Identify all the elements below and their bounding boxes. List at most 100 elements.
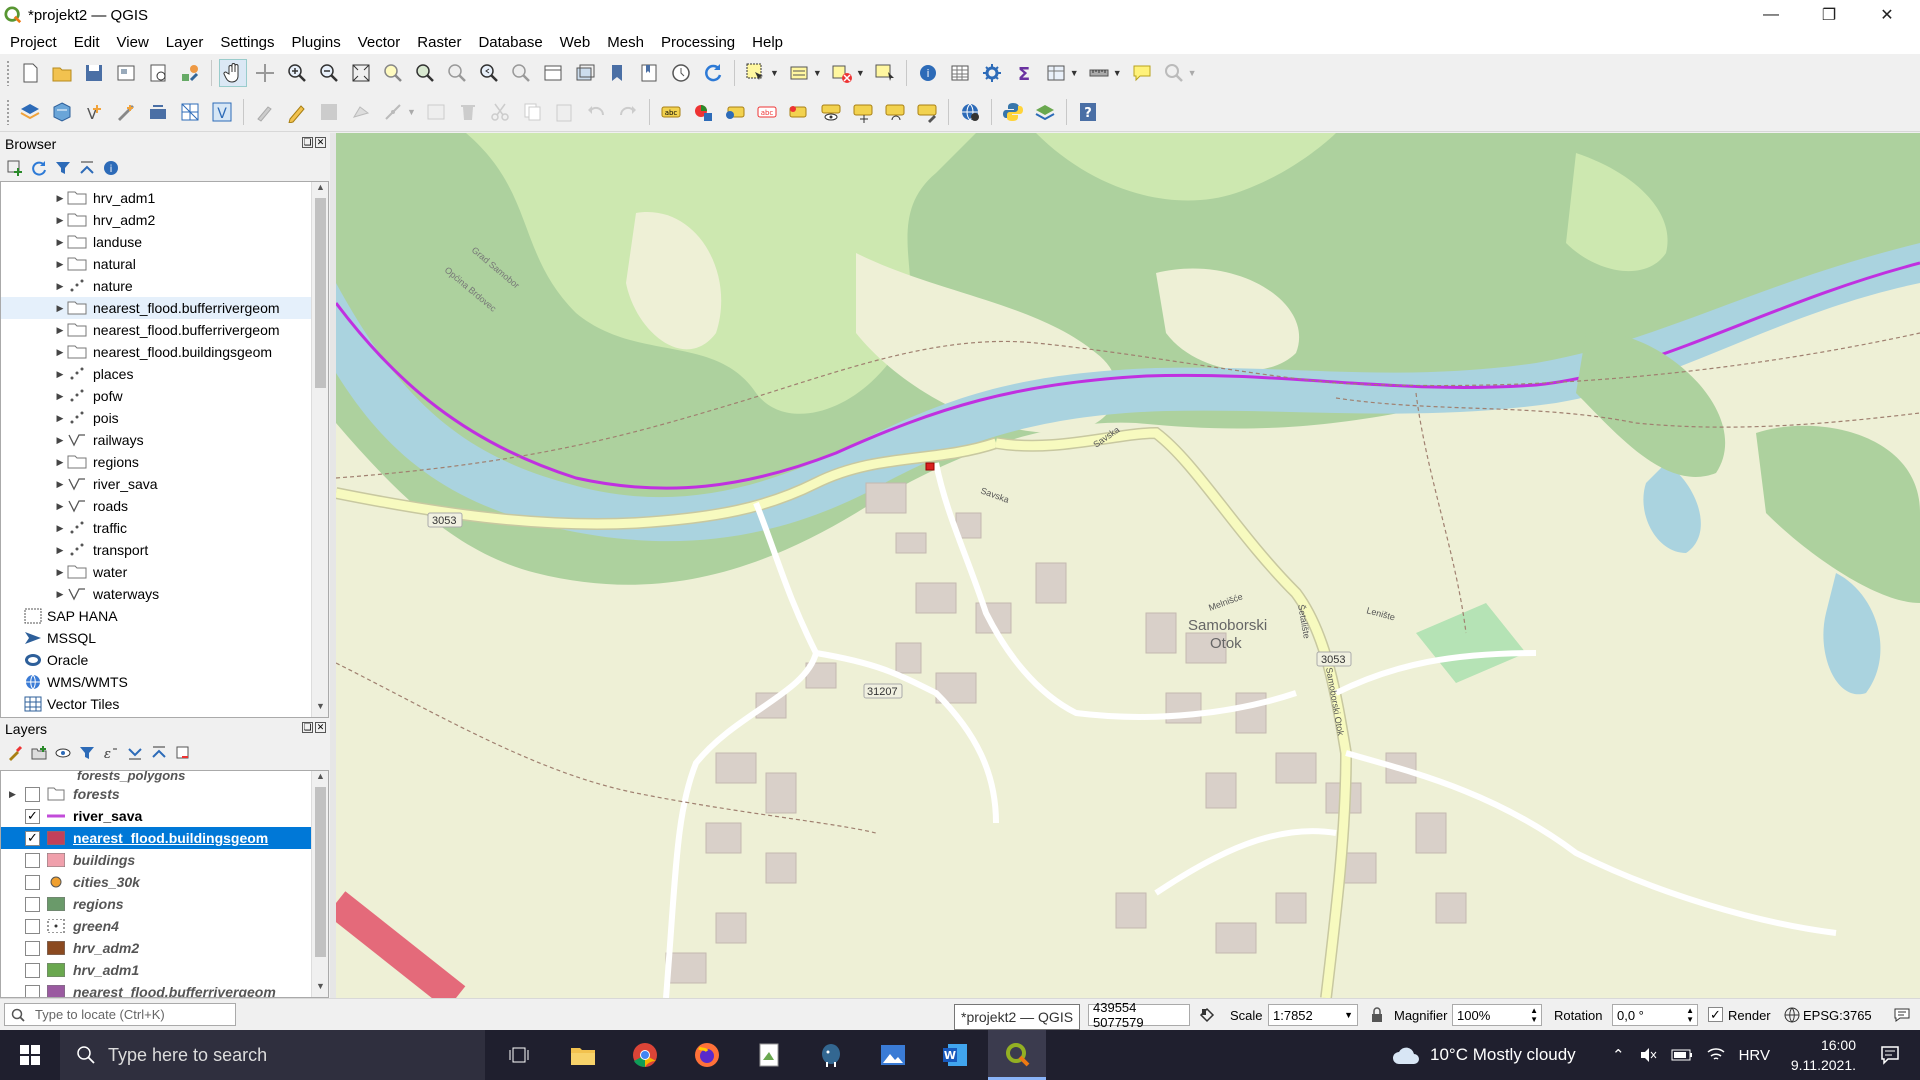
expand-arrow-icon[interactable]: ▶	[9, 789, 16, 800]
restore-button[interactable]: ❐	[1800, 0, 1858, 30]
identify-features-button[interactable]: i	[914, 59, 942, 87]
layer-visibility-checkbox[interactable]	[25, 786, 40, 802]
taskbar-qgis[interactable]	[988, 1030, 1046, 1080]
layer-visibility-checkbox[interactable]	[25, 962, 40, 978]
taskbar-search-box[interactable]: Type here to search	[60, 1030, 485, 1080]
zoom-out-button[interactable]	[315, 59, 343, 87]
open-field-calculator-button[interactable]	[1042, 59, 1070, 87]
attribute-table-button[interactable]	[946, 59, 974, 87]
labeling-button[interactable]: abc	[657, 98, 685, 126]
scroll-thumb[interactable]	[315, 198, 326, 388]
plugins-button[interactable]	[1031, 98, 1059, 126]
redo-button[interactable]	[614, 98, 642, 126]
layer-visibility-checkbox[interactable]	[25, 852, 40, 868]
menu-help[interactable]: Help	[742, 34, 790, 51]
minimize-button[interactable]: —	[1742, 0, 1800, 30]
layer-row[interactable]: ✓ river_sava	[1, 805, 328, 827]
input-language[interactable]: HRV	[1739, 1047, 1770, 1064]
taskbar-chrome[interactable]	[616, 1030, 674, 1080]
expand-arrow-icon[interactable]: ▶	[53, 589, 67, 600]
locator-button[interactable]	[1160, 59, 1188, 87]
taskbar-word[interactable]: W	[926, 1030, 984, 1080]
clock[interactable]: 16:00 9.11.2021.	[1774, 1030, 1856, 1080]
scale-combo[interactable]: 1:7852 ▼	[1268, 1004, 1358, 1026]
paintbrush-icon[interactable]	[6, 744, 24, 762]
browser-item[interactable]: ▶ pois	[1, 407, 328, 429]
browser-scrollbar[interactable]: ▲ ▼	[311, 182, 328, 717]
browser-item[interactable]: ▶ places	[1, 363, 328, 385]
select-by-value-button[interactable]	[785, 59, 813, 87]
expand-arrow-icon[interactable]: ▶	[53, 347, 67, 358]
zoom-full-button[interactable]	[347, 59, 375, 87]
manage-map-themes-icon[interactable]	[54, 744, 72, 762]
menu-vector[interactable]: Vector	[348, 34, 408, 51]
add-selected-layers-icon[interactable]	[6, 159, 24, 177]
layer-row[interactable]: hrv_adm2	[1, 937, 328, 959]
expand-arrow-icon[interactable]: ▶	[53, 325, 67, 336]
menu-raster[interactable]: Raster	[407, 34, 468, 51]
move-label-diagram-button[interactable]	[849, 98, 877, 126]
help-button[interactable]: ?	[1074, 98, 1102, 126]
show-bookmarks-button[interactable]	[635, 59, 663, 87]
taskbar-file-explorer[interactable]	[554, 1030, 612, 1080]
save-project-button[interactable]	[80, 59, 108, 87]
modify-attributes-button[interactable]	[422, 98, 450, 126]
browser-item[interactable]: ▶ roads	[1, 495, 328, 517]
select-features-button[interactable]	[742, 59, 770, 87]
expand-arrow-icon[interactable]: ▶	[53, 259, 67, 270]
remove-layer-icon[interactable]	[174, 744, 192, 762]
highlight-labels-button[interactable]: abc	[753, 98, 781, 126]
layout-manager-button[interactable]	[144, 59, 172, 87]
quickmapservices-button[interactable]	[956, 98, 984, 126]
digitize-button[interactable]	[347, 98, 375, 126]
browser-item[interactable]: ▶ hrv_adm1	[1, 187, 328, 209]
data-source-manager-button[interactable]	[16, 98, 44, 126]
menu-layer[interactable]: Layer	[156, 34, 211, 51]
expand-arrow-icon[interactable]: ▶	[53, 215, 67, 226]
open-project-button[interactable]	[48, 59, 76, 87]
menu-settings[interactable]: Settings	[210, 34, 281, 51]
layer-visibility-checkbox[interactable]: ✓	[25, 830, 40, 846]
layer-row[interactable]: ▶ forests	[1, 783, 328, 805]
lock-icon[interactable]	[1370, 1007, 1384, 1023]
filter-expression-icon[interactable]: ε	[102, 744, 120, 762]
expand-arrow-icon[interactable]: ▶	[53, 193, 67, 204]
layer-row[interactable]: hrv_adm1	[1, 959, 328, 981]
paste-features-button[interactable]	[550, 98, 578, 126]
toolbox-button[interactable]	[978, 59, 1006, 87]
menu-processing[interactable]: Processing	[651, 34, 742, 51]
temporal-controller-button[interactable]	[667, 59, 695, 87]
expand-arrow-icon[interactable]: ▶	[53, 435, 67, 446]
collapse-all-icon[interactable]	[78, 159, 96, 177]
browser-item[interactable]: ▶ nearest_flood.bufferrivergeom	[1, 297, 328, 319]
map-render[interactable]: 3053 3053 31207 Samoborski Otok Savska S…	[336, 133, 1920, 998]
layer-row[interactable]: cities_30k	[1, 871, 328, 893]
pan-map-button[interactable]	[219, 59, 247, 87]
taskbar-firefox[interactable]	[678, 1030, 736, 1080]
zoom-native-button[interactable]	[443, 59, 471, 87]
browser-item[interactable]: ▶ nearest_flood.buildingsgeom	[1, 341, 328, 363]
cut-features-button[interactable]	[486, 98, 514, 126]
chevron-up-icon[interactable]: ⌃	[1612, 1046, 1625, 1064]
float-panel-button[interactable]: ❏	[302, 722, 313, 733]
zoom-selection-button[interactable]	[379, 59, 407, 87]
expand-arrow-icon[interactable]: ▶	[53, 369, 67, 380]
layer-visibility-checkbox[interactable]	[25, 984, 40, 997]
layer-row[interactable]: regions	[1, 893, 328, 915]
browser-item[interactable]: ▶ river_sava	[1, 473, 328, 495]
coordinate-field[interactable]: 439554 5077579	[1088, 1000, 1190, 1030]
vertex-dropdown-arrow[interactable]: ▼	[407, 107, 416, 117]
scroll-down-arrow[interactable]: ▼	[312, 701, 328, 717]
notification-center-button[interactable]	[1870, 1030, 1910, 1080]
scroll-up-arrow[interactable]: ▲	[312, 182, 328, 198]
current-edits-button[interactable]	[251, 98, 279, 126]
layers-scrollbar[interactable]: ▲ ▼	[311, 771, 328, 997]
locator-search-field[interactable]: Type to locate (Ctrl+K)	[4, 1003, 236, 1026]
diagram-button[interactable]	[689, 98, 717, 126]
new-project-button[interactable]	[16, 59, 44, 87]
layer-row[interactable]: green4	[1, 915, 328, 937]
delete-selected-button[interactable]	[454, 98, 482, 126]
toggle-editing-button[interactable]	[283, 98, 311, 126]
vertex-tool-button[interactable]	[379, 98, 407, 126]
browser-provider-sap-hana[interactable]: SAP HANA	[1, 605, 328, 627]
